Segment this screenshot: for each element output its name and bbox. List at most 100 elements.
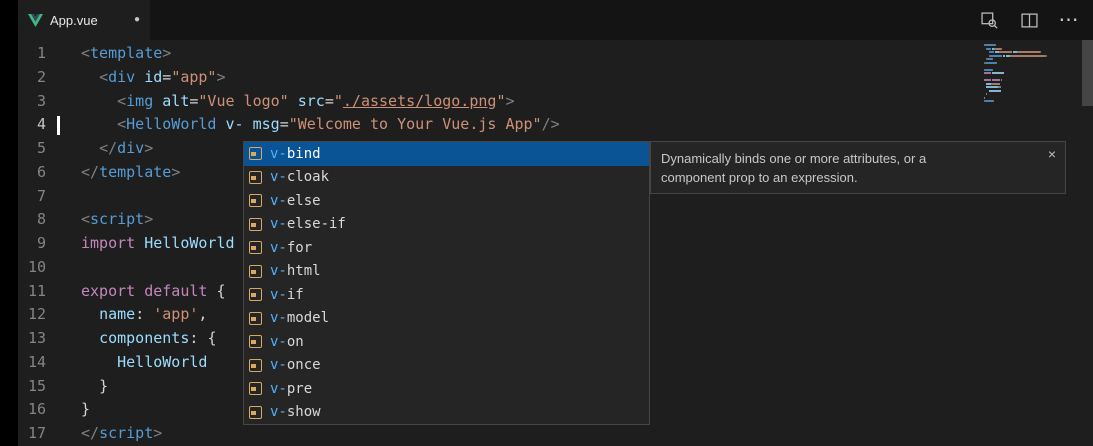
suggestion-match: v- — [270, 404, 287, 420]
more-actions-glyph: ⋯ — [1059, 10, 1080, 30]
suggestion-label: model — [287, 310, 329, 326]
editor-actions: ⋯ — [979, 0, 1079, 40]
property-icon — [249, 171, 262, 184]
suggestion-item[interactable]: v-pre — [244, 377, 649, 401]
line-number: 16 — [18, 398, 46, 422]
code-text[interactable]: } — [81, 398, 90, 422]
scrollbar-thumb[interactable] — [1082, 40, 1093, 106]
line-number: 5 — [18, 137, 46, 161]
property-icon — [249, 312, 262, 325]
code-line[interactable]: 1 <template> — [18, 42, 560, 66]
suggestion-match: v- — [270, 334, 287, 350]
suggestion-item[interactable]: v-else-if — [244, 213, 649, 237]
suggest-docs-text: Dynamically binds one or more attributes… — [661, 149, 991, 187]
code-text[interactable]: HelloWorld — [81, 351, 207, 375]
tab-bar — [0, 0, 1093, 40]
line-number: 7 — [18, 185, 46, 209]
suggestion-label: if — [287, 287, 304, 303]
line-number: 9 — [18, 232, 46, 256]
open-preview-icon[interactable] — [979, 10, 999, 30]
suggestion-item[interactable]: v-model — [244, 307, 649, 331]
property-icon — [249, 241, 262, 254]
line-number: 1 — [18, 42, 46, 66]
cursor — [57, 116, 60, 135]
suggestion-match: v- — [270, 169, 287, 185]
close-icon[interactable]: × — [1048, 145, 1056, 164]
line-number: 15 — [18, 375, 46, 399]
suggestion-label: for — [287, 240, 312, 256]
code-text[interactable]: export default { — [81, 280, 226, 304]
property-icon — [249, 147, 262, 160]
suggestion-match: v- — [270, 240, 287, 256]
suggest-docs-panel: Dynamically binds one or more attributes… — [650, 141, 1066, 194]
property-icon — [249, 359, 262, 372]
line-number: 8 — [18, 208, 46, 232]
line-number: 12 — [18, 303, 46, 327]
code-text[interactable]: import HelloWorld — [81, 232, 235, 256]
suggestion-label: bind — [287, 146, 321, 162]
property-icon — [249, 194, 262, 207]
tab-title: App.vue — [50, 13, 98, 28]
line-number: 11 — [18, 280, 46, 304]
line-number: 2 — [18, 66, 46, 90]
code-text[interactable]: <script> — [81, 208, 153, 232]
split-editor-icon[interactable] — [1019, 10, 1039, 30]
suggestion-match: v- — [270, 381, 287, 397]
suggestion-item[interactable]: v-show — [244, 401, 649, 425]
property-icon — [249, 406, 262, 419]
code-line[interactable]: 17 </script> — [18, 422, 560, 446]
code-text[interactable]: </script> — [81, 422, 162, 446]
suggestion-item[interactable]: v-html — [244, 260, 649, 284]
property-icon — [249, 382, 262, 395]
line-number: 6 — [18, 161, 46, 185]
suggestion-match: v- — [270, 263, 287, 279]
property-icon — [249, 265, 262, 278]
suggestion-label: once — [287, 357, 321, 373]
suggestion-label: html — [287, 263, 321, 279]
code-text[interactable]: } — [81, 375, 108, 399]
line-number: 13 — [18, 327, 46, 351]
suggestion-label: else-if — [287, 216, 346, 232]
suggestion-item[interactable]: v-else — [244, 189, 649, 213]
code-line[interactable]: 2 <div id="app"> — [18, 66, 560, 90]
suggestion-label: cloak — [287, 169, 329, 185]
suggestion-label: else — [287, 193, 321, 209]
code-text[interactable]: </template> — [81, 161, 180, 185]
code-text[interactable]: <div id="app"> — [81, 66, 226, 90]
line-number: 4 — [18, 113, 46, 137]
suggestion-item[interactable]: v-if — [244, 283, 649, 307]
code-text[interactable]: <template> — [81, 42, 171, 66]
modified-dot-icon[interactable]: ● — [134, 15, 140, 25]
suggestion-match: v- — [270, 287, 287, 303]
suggestion-match: v- — [270, 146, 287, 162]
more-actions-icon[interactable]: ⋯ — [1059, 10, 1079, 30]
suggest-widget: v-bindv-cloakv-elsev-else-ifv-forv-htmlv… — [243, 141, 650, 425]
code-text[interactable]: name: 'app', — [81, 303, 207, 327]
suggestion-item[interactable]: v-cloak — [244, 166, 649, 190]
vue-logo-icon — [28, 14, 43, 27]
minimap[interactable] — [984, 44, 1084, 104]
suggestion-item[interactable]: v-bind — [244, 142, 649, 166]
suggestion-item[interactable]: v-on — [244, 330, 649, 354]
vscode-editor-window: App.vue ● ⋯ 1<template>2 <div id="app">3… — [0, 0, 1093, 446]
suggestion-match: v- — [270, 193, 287, 209]
code-line[interactable]: 4 <HelloWorld v- msg="Welcome to Your Vu… — [18, 113, 560, 137]
tab-app-vue[interactable]: App.vue ● — [18, 0, 150, 40]
code-text[interactable]: components: { — [81, 327, 216, 351]
suggestion-label: on — [287, 334, 304, 350]
suggestion-item[interactable]: v-for — [244, 236, 649, 260]
suggestion-match: v- — [270, 357, 287, 373]
suggestion-label: show — [287, 404, 321, 420]
code-text[interactable]: <img alt="Vue logo" src="./assets/logo.p… — [81, 90, 515, 114]
line-number: 17 — [18, 422, 46, 446]
property-icon — [249, 218, 262, 231]
suggestion-match: v- — [270, 216, 287, 232]
property-icon — [249, 288, 262, 301]
suggestion-match: v- — [270, 310, 287, 326]
code-text[interactable]: </div> — [81, 137, 153, 161]
suggestion-label: pre — [287, 381, 312, 397]
line-number: 3 — [18, 90, 46, 114]
suggestion-item[interactable]: v-once — [244, 354, 649, 378]
code-line[interactable]: 3 <img alt="Vue logo" src="./assets/logo… — [18, 90, 560, 114]
code-text[interactable]: <HelloWorld v- msg="Welcome to Your Vue.… — [81, 113, 560, 137]
